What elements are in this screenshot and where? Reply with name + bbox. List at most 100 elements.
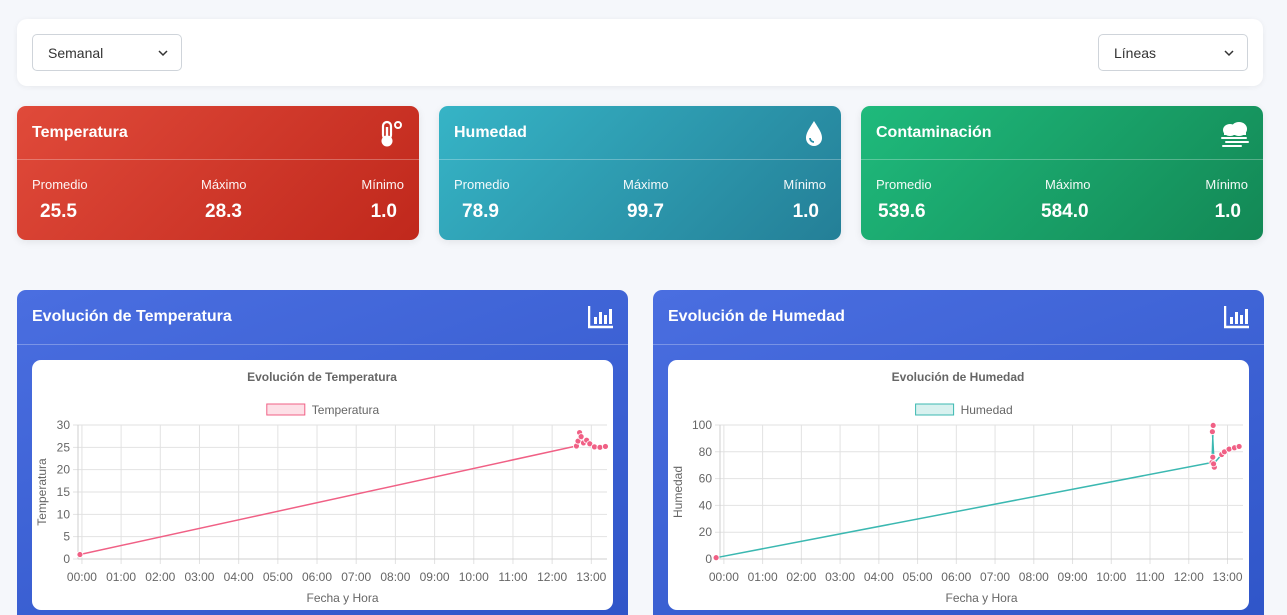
pollution-min-label: Mínimo <box>1205 177 1248 192</box>
y-tick-label: 25 <box>57 440 71 454</box>
x-tick-label: 10:00 <box>459 570 489 584</box>
y-axis-title: Humedad <box>671 466 685 518</box>
x-tick-label: 09:00 <box>420 570 450 584</box>
data-point <box>596 443 604 451</box>
series-line <box>715 425 1240 559</box>
chart-type-select[interactable]: Líneas <box>1098 34 1248 71</box>
pollution-card-header: Contaminación <box>861 106 1263 160</box>
temperature-min-value: 1.0 <box>370 201 397 222</box>
x-axis-title: Fecha y Hora <box>945 591 1017 605</box>
x-tick-label: 05:00 <box>903 570 933 584</box>
temperature-min-label: Mínimo <box>361 177 404 192</box>
data-point <box>1235 443 1243 450</box>
humidity-chart-card-title: Evolución de Humedad <box>668 308 845 325</box>
temperature-card: Temperatura Promedio Máximo Mínimo 25.5 … <box>17 106 419 240</box>
temperature-max-value: 28.3 <box>205 201 242 222</box>
legend-swatch <box>266 403 306 416</box>
x-tick-label: 04:00 <box>864 570 894 584</box>
legend-label: Temperatura <box>312 403 380 417</box>
data-point <box>1208 428 1216 436</box>
humidity-min-value: 1.0 <box>792 201 819 222</box>
temperature-card-header: Temperatura <box>17 106 419 160</box>
droplet-icon <box>806 121 822 146</box>
pollution-max-value: 584.0 <box>1041 201 1089 222</box>
data-point <box>76 551 84 558</box>
x-axis-title: Fecha y Hora <box>306 591 378 605</box>
x-tick-label: 06:00 <box>941 570 971 584</box>
x-tick-label: 00:00 <box>709 570 739 584</box>
data-point <box>1210 460 1217 468</box>
x-tick-label: 10:00 <box>1096 570 1126 584</box>
pollution-card: Contaminación Promedio Máximo Mínimo 539… <box>861 106 1263 240</box>
filter-toolbar: Semanal Líneas <box>17 19 1263 86</box>
humidity-chart-header: Evolución de Humedad <box>653 290 1264 345</box>
y-tick-label: 20 <box>57 463 71 477</box>
data-point <box>712 554 720 562</box>
humidity-max-label: Máximo <box>623 177 669 192</box>
x-tick-label: 12:00 <box>1174 570 1204 584</box>
pollution-avg-label: Promedio <box>876 177 932 192</box>
data-point <box>1225 445 1233 453</box>
y-tick-label: 5 <box>63 530 70 544</box>
data-point <box>577 433 585 441</box>
period-select[interactable]: Semanal <box>32 34 182 71</box>
x-tick-label: 02:00 <box>786 570 816 584</box>
x-tick-label: 09:00 <box>1058 570 1088 584</box>
humidity-card-title: Humedad <box>454 123 527 141</box>
y-tick-label: 80 <box>699 445 713 459</box>
chevron-down-icon <box>158 50 168 57</box>
temperature-avg-label: Promedio <box>32 177 88 192</box>
pollution-max-label: Máximo <box>1045 177 1091 192</box>
x-tick-label: 13:00 <box>576 570 606 584</box>
humidity-card-header: Humedad <box>439 106 841 160</box>
temperature-avg-value: 25.5 <box>40 201 77 222</box>
humidity-avg-label: Promedio <box>454 177 510 192</box>
legend-label: Humedad <box>961 403 1013 417</box>
humidity-line-chart: Evolución de Humedad Humedad 0 20 40 60 80 100 0… <box>671 370 1243 605</box>
x-tick-label: 08:00 <box>1019 570 1049 584</box>
y-axis-title: Temperatura <box>35 458 49 526</box>
x-tick-label: 03:00 <box>184 570 214 584</box>
chart-title: Evolución de Temperatura <box>247 370 397 384</box>
bar-chart-icon <box>1224 306 1249 329</box>
chevron-down-icon <box>1224 50 1234 57</box>
x-tick-label: 00:00 <box>67 570 97 584</box>
temperature-card-title: Temperatura <box>32 123 128 141</box>
temperature-line-chart: Evolución de Temperatura Temperatura 0 5 10 1… <box>35 370 609 605</box>
humidity-min-label: Mínimo <box>783 177 826 192</box>
chart-type-select-value: Líneas <box>1114 44 1157 61</box>
temperature-chart-card-title: Evolución de Temperatura <box>32 308 232 325</box>
x-tick-label: 01:00 <box>106 570 136 584</box>
x-tick-label: 06:00 <box>302 570 332 584</box>
x-tick-label: 07:00 <box>341 570 371 584</box>
data-point <box>1209 453 1217 461</box>
legend-swatch <box>915 403 955 416</box>
y-tick-label: 15 <box>57 485 71 499</box>
y-tick-label: 0 <box>63 552 70 566</box>
y-tick-label: 0 <box>705 552 712 566</box>
x-tick-label: 08:00 <box>380 570 410 584</box>
y-tick-label: 60 <box>699 472 713 486</box>
humidity-avg-value: 78.9 <box>462 201 499 222</box>
temperature-chart-panel: Evolución de Temperatura Temperatura 0 5 10 1… <box>32 360 613 610</box>
y-tick-label: 10 <box>57 507 71 521</box>
period-select-value: Semanal <box>48 44 104 61</box>
y-tick-label: 40 <box>699 498 713 512</box>
temperature-chart-header: Evolución de Temperatura <box>17 290 628 345</box>
x-tick-label: 04:00 <box>224 570 254 584</box>
data-point <box>602 443 609 450</box>
pollution-min-value: 1.0 <box>1214 201 1241 222</box>
humidity-chart-panel: Evolución de Humedad Humedad 0 20 40 60 80 100 0… <box>668 360 1249 610</box>
x-tick-label: 11:00 <box>498 570 527 584</box>
x-tick-label: 13:00 <box>1212 570 1242 584</box>
x-tick-label: 02:00 <box>145 570 175 584</box>
x-tick-label: 07:00 <box>980 570 1010 584</box>
smog-icon <box>1221 122 1249 147</box>
data-point <box>591 443 598 451</box>
chart-title: Evolución de Humedad <box>892 370 1025 384</box>
thermometer-icon <box>381 120 402 147</box>
x-tick-label: 03:00 <box>825 570 855 584</box>
y-tick-label: 100 <box>692 418 712 432</box>
temperature-max-label: Máximo <box>201 177 247 192</box>
x-tick-label: 11:00 <box>1135 570 1164 584</box>
